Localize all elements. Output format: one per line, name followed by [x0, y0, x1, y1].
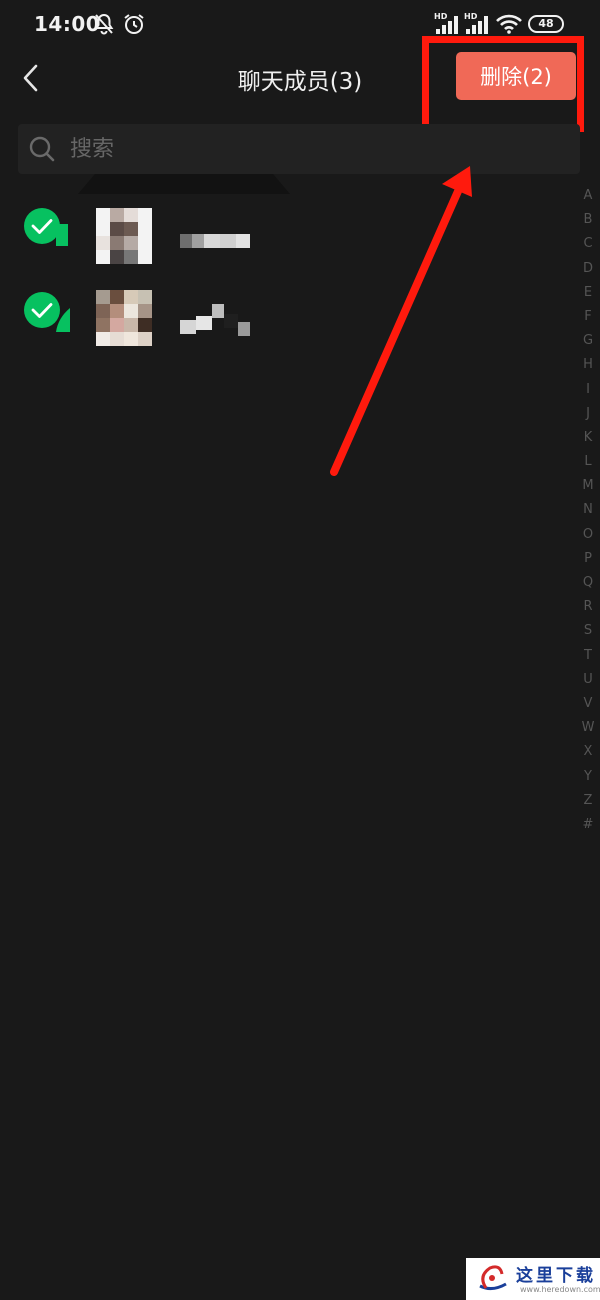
- annotation-arrow: [330, 166, 472, 476]
- watermark-logo-icon: [479, 1265, 507, 1291]
- watermark-url: www.heredown.com: [520, 1285, 600, 1294]
- watermark-text: 这里下载: [516, 1266, 596, 1286]
- watermark: 这里下载 www.heredown.com: [466, 1258, 600, 1300]
